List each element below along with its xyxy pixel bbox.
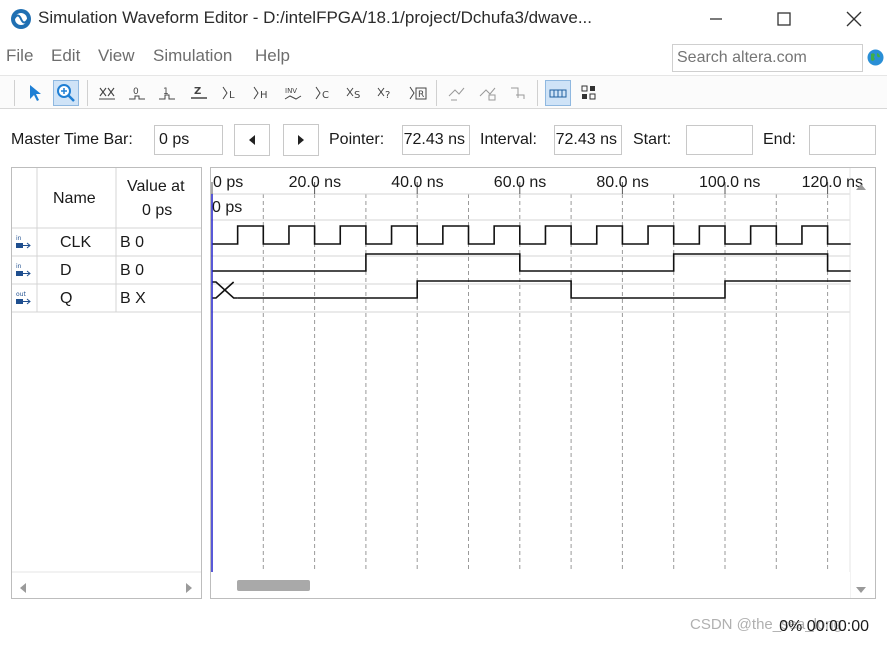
input-pin-icon: in: [15, 262, 33, 282]
waveform-panel[interactable]: 0 ps 20.0 ns 40.0 ns 60.0 ns 80.0 ns 100.0 ns…: [210, 167, 876, 599]
dir-label: in: [16, 235, 22, 242]
timeline-tick-label: 20.0 ns: [289, 174, 341, 191]
svg-text:L: L: [229, 90, 235, 101]
signal-name[interactable]: Q: [60, 290, 72, 308]
next-transition-button[interactable]: [283, 124, 319, 156]
toolbar-separator: [87, 80, 88, 106]
cursor-time-label: 0 ps: [212, 199, 242, 216]
svg-text:H: H: [260, 90, 268, 101]
svg-text:R: R: [418, 90, 424, 100]
signal-name[interactable]: CLK: [60, 234, 91, 252]
menu-edit[interactable]: Edit: [51, 46, 80, 66]
timeline-tick-label: 40.0 ns: [391, 174, 443, 191]
svg-text:S: S: [354, 90, 360, 101]
force-low-icon[interactable]: 0: [124, 80, 150, 106]
scrollbar-thumb[interactable]: [237, 580, 310, 591]
dir-label: out: [16, 291, 26, 298]
zoom-tool-icon[interactable]: [53, 80, 79, 106]
minimize-button[interactable]: [696, 4, 736, 34]
signal-value: B 0: [120, 234, 145, 251]
search-input[interactable]: [672, 44, 863, 72]
timeline-tick-label: 60.0 ns: [494, 174, 546, 191]
pointer-value: 72.43 ns: [403, 131, 465, 148]
interval-field[interactable]: 72.43 ns: [554, 125, 622, 155]
maximize-button[interactable]: [764, 4, 804, 34]
svg-text:?: ?: [385, 90, 390, 101]
random-value-icon[interactable]: ?: [373, 80, 399, 106]
toolbar-separator: [14, 80, 15, 106]
toolbar-separator: [436, 80, 437, 106]
globe-icon[interactable]: [867, 49, 884, 66]
end-field[interactable]: [809, 125, 876, 155]
scroll-down-arrow[interactable]: [855, 580, 867, 599]
function-simulation-icon[interactable]: [444, 80, 470, 106]
force-hiz-icon[interactable]: Z: [186, 80, 212, 106]
signal-name[interactable]: D: [60, 262, 72, 280]
grid-toggle-icon[interactable]: [576, 80, 602, 106]
status-progress-text: 0% 00:00:00: [779, 618, 869, 635]
menu-file[interactable]: File: [6, 46, 33, 66]
dir-label: in: [16, 263, 22, 270]
close-button[interactable]: [834, 4, 874, 34]
svg-text:INV: INV: [285, 87, 297, 95]
svg-text:C: C: [322, 90, 329, 101]
timeline-tick-label: 100.0 ns: [699, 174, 760, 191]
output-pin-icon: out: [15, 290, 33, 310]
selection-tool-icon[interactable]: [22, 80, 48, 106]
master-time-bar-label: Master Time Bar:: [11, 131, 133, 148]
toolbar-separator: [537, 80, 538, 106]
menu-help[interactable]: Help: [255, 46, 290, 66]
app-icon: [10, 8, 32, 30]
force-unknown-icon[interactable]: [94, 80, 120, 106]
value-column-header-line1[interactable]: Value at: [127, 178, 185, 196]
scroll-right-arrow[interactable]: [184, 579, 194, 598]
d-waveform: [212, 253, 851, 272]
interval-label: Interval:: [480, 131, 537, 148]
invert-icon[interactable]: INV: [280, 80, 306, 106]
scroll-left-arrow[interactable]: [18, 579, 28, 598]
waveform-canvas[interactable]: 0 ps 20.0 ns 40.0 ns 60.0 ns 80.0 ns 100.0 ns…: [211, 168, 875, 598]
master-time-bar-field[interactable]: 0 ps: [154, 125, 223, 155]
window-title: Simulation Waveform Editor - D:/intelFPG…: [38, 8, 592, 27]
input-pin-icon: in: [15, 234, 33, 254]
pointer-field[interactable]: 72.43 ns: [402, 125, 470, 155]
count-value-icon[interactable]: C: [311, 80, 337, 106]
previous-transition-button[interactable]: [234, 124, 270, 156]
value-column-header-line2: 0 ps: [142, 202, 173, 219]
forcing-clock-icon[interactable]: S: [342, 80, 368, 106]
interval-value: 72.43 ns: [555, 131, 617, 148]
force-high-icon[interactable]: 1: [154, 80, 180, 106]
name-column-header[interactable]: Name: [53, 190, 96, 208]
force-weak-low-icon[interactable]: L: [218, 80, 244, 106]
end-label: End:: [763, 131, 796, 148]
clk-waveform: [212, 225, 851, 245]
menu-simulation[interactable]: Simulation: [153, 46, 232, 66]
signal-value: B 0: [120, 262, 145, 279]
timeline-tick-label: 80.0 ns: [596, 174, 648, 191]
pointer-label: Pointer:: [329, 131, 385, 148]
timeline-tick-label: 0 ps: [213, 174, 243, 191]
svg-text:Z: Z: [194, 86, 201, 97]
scroll-up-arrow[interactable]: [855, 177, 867, 196]
force-weak-high-icon[interactable]: H: [249, 80, 275, 106]
signal-value: B X: [120, 290, 146, 307]
arbitrary-value-icon[interactable]: R: [405, 80, 431, 106]
start-label: Start:: [633, 131, 672, 148]
signal-list-panel: Name Value at 0 ps in CLK B 0 in D B 0 o…: [11, 167, 202, 599]
timing-simulation-icon[interactable]: [475, 80, 501, 106]
timeline-tick-label: 120.0 ns: [802, 174, 863, 191]
start-field[interactable]: [686, 125, 753, 155]
menu-view[interactable]: View: [98, 46, 135, 66]
waveform-snap-icon[interactable]: [505, 80, 531, 106]
snap-to-grid-icon[interactable]: [545, 80, 571, 106]
